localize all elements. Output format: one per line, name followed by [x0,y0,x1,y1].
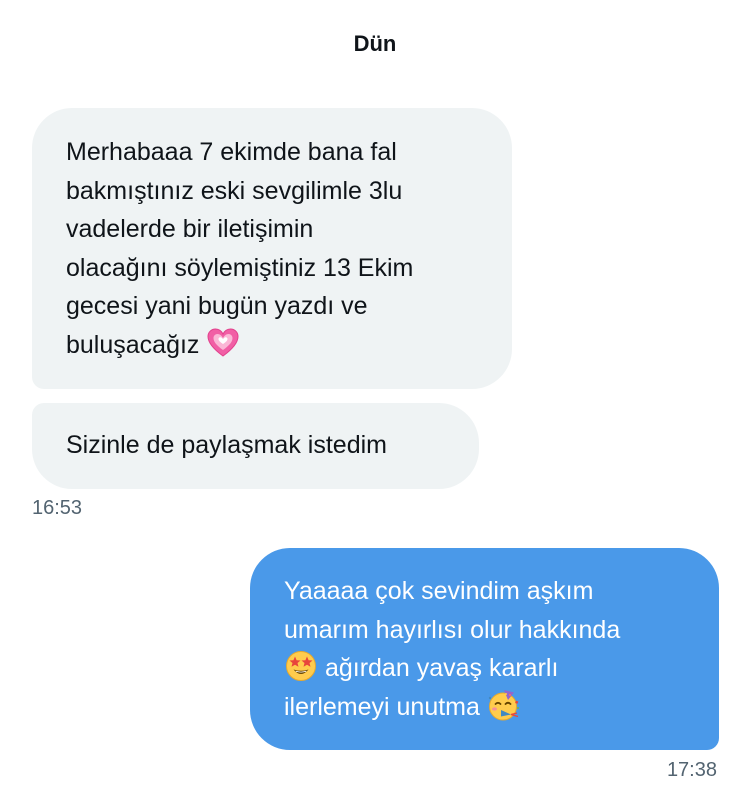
date-divider: Dün [353,31,397,56]
message-text: ağırdan yavaş kararlı [324,654,559,682]
message-timestamp: 16:53 [32,497,83,519]
message-text: ilerlemeyi unutma [284,692,480,721]
message-timestamp: 17:38 [666,759,717,781]
message-text: olacağını söylemiştiniz 13 Ekim [66,253,414,282]
message-text-last-line: ilerlemeyi unutma [284,688,701,727]
message-text: umarım hayırlısı olur hakkında [284,615,621,644]
dm-conversation: Dün Merhabaaa 7 ekimde bana fal bakmıştı… [0,0,750,794]
message-text: vadelerde bir iletişimin [66,215,314,243]
received-message-bubble[interactable]: Sizinle de paylaşmak istedim [32,403,479,489]
message-text-last-line: buluşacağız [66,326,492,365]
star-struck-icon [284,650,318,682]
message-text-line: ağırdan yavaş kararlı [284,649,701,688]
message-text: buluşacağız [66,330,200,359]
message-text: bakmıştınız eski sevgilimle 3lu [66,176,403,205]
message-text: Yaaaaa çok sevindim aşkım [284,577,594,605]
message-text: Merhabaaa 7 ekimde bana fal [66,138,397,166]
sent-message-bubble[interactable]: Yaaaaa çok sevindim aşkım umarım hayırlı… [250,548,719,750]
message-text: gecesi yani bugün yazdı ve [66,292,368,320]
partying-face-icon [487,689,521,721]
sparkling-heart-icon [206,327,240,359]
received-message-bubble[interactable]: Merhabaaa 7 ekimde bana fal bakmıştınız … [32,108,512,389]
message-text: Sizinle de paylaşmak istedim [66,431,387,459]
